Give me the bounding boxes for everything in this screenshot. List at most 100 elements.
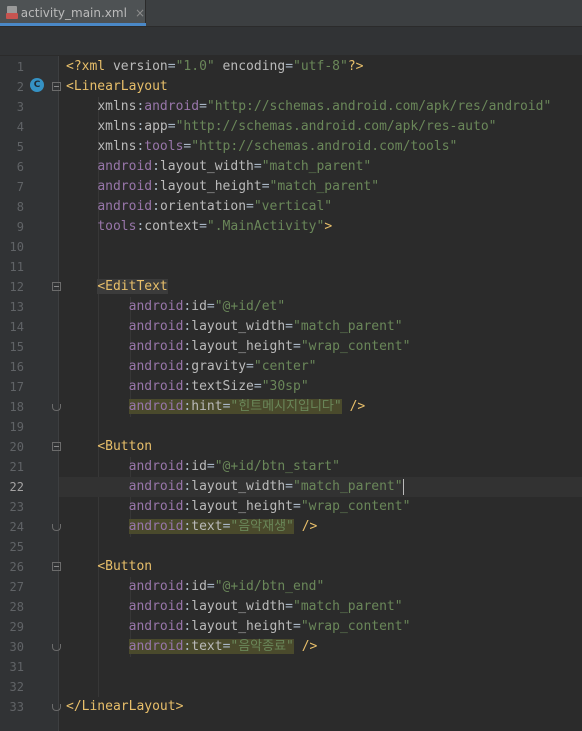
tab-activity-main-xml[interactable]: activity_main.xml × <box>0 0 146 26</box>
code-token: "center" <box>253 359 317 374</box>
code-token: "vertical" <box>253 199 333 214</box>
breadcrumb-bar <box>0 27 582 56</box>
code-text: android:layout_height="wrap_content" <box>66 497 411 517</box>
code-token: id <box>191 459 207 474</box>
code-token: "1.0" <box>175 59 215 74</box>
code-line[interactable]: 31 <box>0 657 582 677</box>
code-token: version <box>112 59 168 74</box>
code-line[interactable]: 25 <box>0 537 582 557</box>
code-token: = <box>253 159 262 174</box>
code-token: layout_width <box>191 599 286 614</box>
code-token: <Button <box>97 439 153 454</box>
code-line[interactable]: 19 <box>0 417 582 437</box>
code-token: android <box>128 519 184 534</box>
code-token: text <box>191 519 223 534</box>
code-line[interactable]: 23 android:layout_height="wrap_content" <box>0 497 582 517</box>
code-line[interactable]: 12 <EditText <box>0 277 582 297</box>
code-line[interactable]: 27 android:id="@+id/btn_end" <box>0 577 582 597</box>
class-gutter-icon[interactable]: C <box>30 78 44 92</box>
code-line[interactable]: 2 C <LinearLayout <box>0 77 582 97</box>
code-line[interactable]: 16 android:gravity="center" <box>0 357 582 377</box>
code-token: "match_parent" <box>293 319 403 334</box>
code-token: android <box>128 619 184 634</box>
code-line[interactable]: 3 xmlns:android="http://schemas.android.… <box>0 97 582 117</box>
code-line[interactable]: 14 android:layout_width="match_parent" <box>0 317 582 337</box>
code-line[interactable]: 4 xmlns:app="http://schemas.android.com/… <box>0 117 582 137</box>
code-token: = <box>293 339 301 354</box>
text-caret <box>402 478 404 495</box>
line-number: 31 <box>9 660 24 674</box>
code-token: layout_height <box>191 499 293 514</box>
code-token: "utf-8" <box>293 59 348 74</box>
code-token: = <box>285 59 294 74</box>
code-line[interactable]: 6 android:layout_width="match_parent" <box>0 157 582 177</box>
code-text: android:layout_width="match_parent" <box>66 597 403 617</box>
fold-open-icon[interactable] <box>52 562 61 571</box>
code-line[interactable]: 18 android:hint="힌트메시지입니다" /> <box>0 397 582 417</box>
line-number: 13 <box>9 300 24 314</box>
code-line[interactable]: 22 android:layout_width="match_parent" <box>0 477 582 497</box>
code-token: = <box>206 299 215 314</box>
code-token: android <box>97 179 153 194</box>
line-number: 23 <box>9 500 24 514</box>
code-token: > <box>324 219 333 234</box>
code-token: android <box>128 639 184 654</box>
code-token: = <box>261 179 270 194</box>
fold-open-icon[interactable] <box>52 282 61 291</box>
fold-end-icon[interactable] <box>52 644 61 651</box>
code-token: id <box>191 299 207 314</box>
code-text: <Button <box>66 437 152 457</box>
code-token: layout_width <box>191 479 286 494</box>
fold-end-icon[interactable] <box>52 404 61 411</box>
code-line[interactable]: 1 <?xml version="1.0" encoding="utf-8"?> <box>0 57 582 77</box>
code-line[interactable]: 8 android:orientation="vertical" <box>0 197 582 217</box>
code-token: <LinearLayout <box>66 79 168 94</box>
code-line[interactable]: 11 <box>0 257 582 277</box>
code-text: xmlns:tools="http://schemas.android.com/… <box>66 137 457 157</box>
code-line[interactable]: 32 <box>0 677 582 697</box>
code-editor[interactable]: 1 <?xml version="1.0" encoding="utf-8"?> 2… <box>0 56 582 731</box>
code-line[interactable]: 7 android:layout_height="match_parent" <box>0 177 582 197</box>
code-line[interactable]: 13 android:id="@+id/et" <box>0 297 582 317</box>
code-line[interactable]: 10 <box>0 237 582 257</box>
code-token: android <box>128 599 184 614</box>
code-line[interactable]: 9 tools:context=".MainActivity"> <box>0 217 582 237</box>
code-line[interactable]: 28 android:layout_width="match_parent" <box>0 597 582 617</box>
code-text: android:layout_width="match_parent" <box>66 157 371 177</box>
tab-label: activity_main.xml <box>20 6 127 20</box>
code-line[interactable]: 15 android:layout_height="wrap_content" <box>0 337 582 357</box>
code-line[interactable]: 30 android:text="음악종료" /> <box>0 637 582 657</box>
code-token: "힌트메시지입니다" <box>230 399 342 414</box>
code-line[interactable]: 26 <Button <box>0 557 582 577</box>
fold-open-icon[interactable] <box>52 442 61 451</box>
code-text: <LinearLayout <box>66 77 168 97</box>
fold-end-icon[interactable] <box>52 704 61 711</box>
code-text: android:layout_height="match_parent" <box>66 177 379 197</box>
code-token: android <box>128 579 184 594</box>
fold-open-icon[interactable] <box>52 82 61 91</box>
fold-end-icon[interactable] <box>52 524 61 531</box>
code-line[interactable]: 5 xmlns:tools="http://schemas.android.co… <box>0 137 582 157</box>
line-number: 16 <box>9 360 24 374</box>
code-token: = <box>285 479 293 494</box>
code-line[interactable]: 21 android:id="@+id/btn_start" <box>0 457 582 477</box>
code-line[interactable]: 33 </LinearLayout> <box>0 697 582 717</box>
code-line[interactable]: 24 android:text="음악재생" /> <box>0 517 582 537</box>
close-icon[interactable]: × <box>135 6 145 20</box>
code-line[interactable]: 20 <Button <box>0 437 582 457</box>
line-number: 19 <box>9 420 24 434</box>
code-text: android:id="@+id/btn_start" <box>66 457 340 477</box>
line-number: 4 <box>16 120 24 134</box>
line-number: 18 <box>9 400 24 414</box>
code-token: /> <box>349 399 366 414</box>
code-line[interactable]: 17 android:textSize="30sp" <box>0 377 582 397</box>
code-token: android <box>97 199 153 214</box>
line-number: 8 <box>16 200 24 214</box>
code-token: layout_height <box>159 179 262 194</box>
code-token: gravity <box>191 359 247 374</box>
code-line[interactable]: 29 android:layout_height="wrap_content" <box>0 617 582 637</box>
code-text: android:id="@+id/btn_end" <box>66 577 325 597</box>
